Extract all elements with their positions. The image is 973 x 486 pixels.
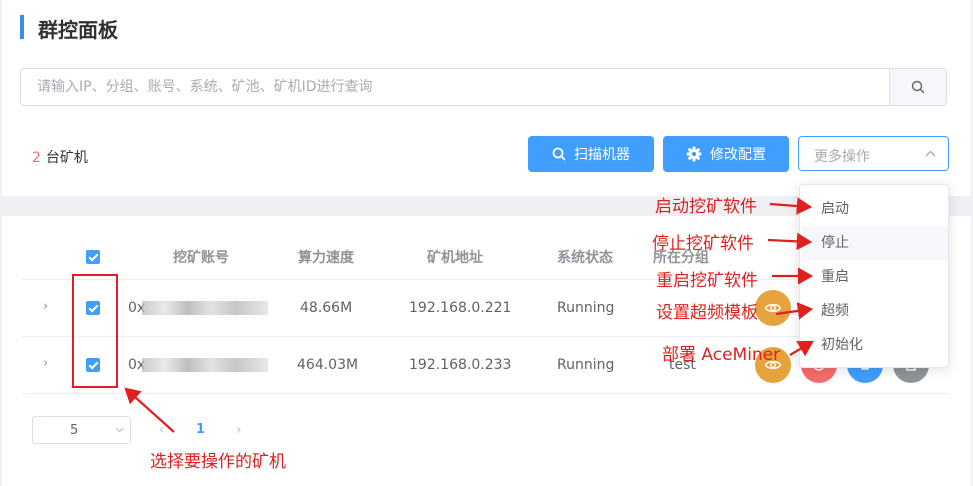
arrow-start <box>769 197 813 215</box>
arrow-stop <box>767 232 813 251</box>
annotation-arrows <box>124 197 814 433</box>
arrow-overclock <box>775 302 814 320</box>
arrow-select <box>124 387 175 433</box>
arrow-init <box>789 340 814 357</box>
